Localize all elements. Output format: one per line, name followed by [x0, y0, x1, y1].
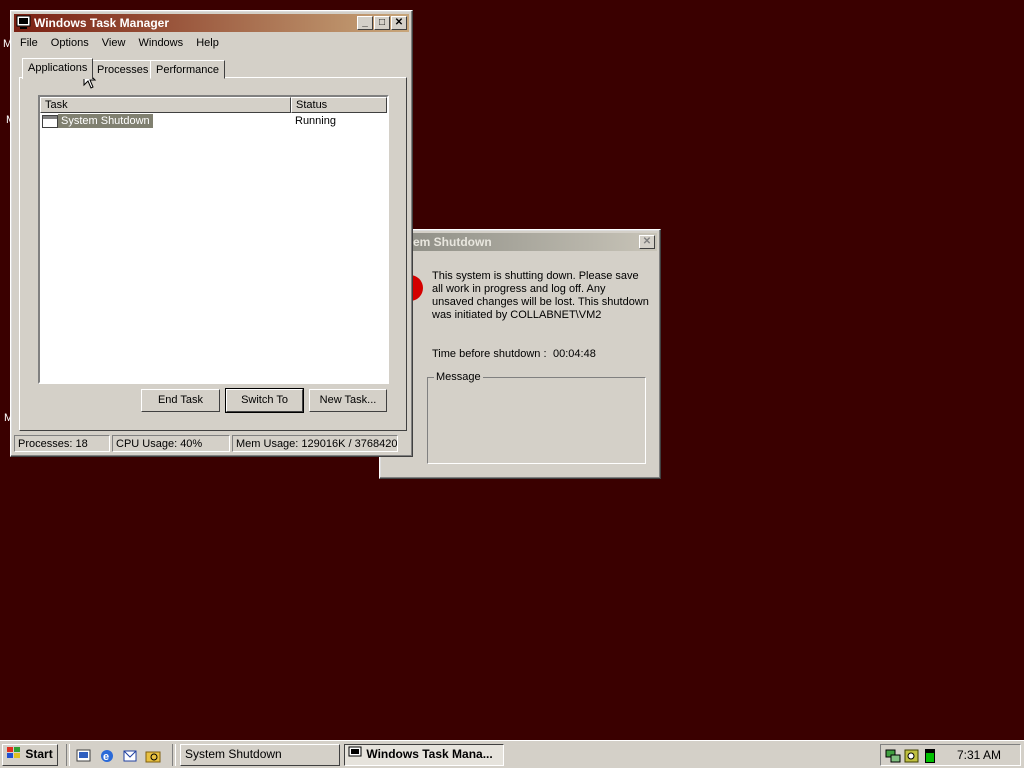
task-list[interactable]: Task Status System Shutdown Running [38, 95, 389, 384]
shutdown-message: This system is shutting down. Please sav… [432, 270, 649, 321]
menu-view[interactable]: View [97, 34, 131, 52]
window-title: Windows Task Manager [34, 16, 170, 30]
volume-icon[interactable] [904, 748, 920, 764]
start-button[interactable]: Start [2, 744, 58, 766]
outlook-icon[interactable] [122, 748, 138, 764]
close-icon[interactable]: ✕ [391, 16, 407, 30]
status-processes: Processes: 18 [14, 435, 110, 452]
tab-performance[interactable]: Performance [150, 60, 225, 79]
menu-bar: File Options View Windows Help [15, 34, 224, 52]
shutdown-dialog: em Shutdown ✕ x This system is shutting … [379, 229, 661, 479]
message-group-label: Message [434, 371, 483, 383]
message-groupbox: Message [427, 371, 646, 464]
explorer-icon[interactable] [145, 748, 161, 764]
task-manager-icon [16, 15, 31, 29]
close-icon[interactable]: ✕ [639, 235, 655, 249]
window-app-icon [42, 115, 58, 128]
system-tray: 7:31 AM [880, 744, 1021, 766]
svg-text:e: e [103, 751, 109, 763]
time-remaining: 00:04:48 [553, 348, 596, 360]
network-icon[interactable] [885, 748, 901, 764]
task-manager-icon [348, 746, 362, 757]
table-row[interactable]: System Shutdown Running [40, 114, 387, 130]
column-header-status[interactable]: Status [291, 97, 387, 113]
switch-to-button[interactable]: Switch To [225, 388, 304, 413]
menu-help[interactable]: Help [191, 34, 224, 52]
show-desktop-icon[interactable] [76, 748, 92, 764]
new-task-button[interactable]: New Task... [309, 389, 387, 412]
clock[interactable]: 7:31 AM [957, 748, 1001, 762]
tab-processes[interactable]: Processes [91, 60, 155, 79]
status-bar: Processes: 18 CPU Usage: 40% Mem Usage: … [14, 435, 409, 452]
tab-applications[interactable]: Applications [22, 58, 94, 79]
status-mem: Mem Usage: 129016K / 3768420K [232, 435, 398, 452]
cpu-meter-icon[interactable] [924, 748, 936, 764]
shutdown-dialog-titlebar[interactable]: em Shutdown ✕ [383, 233, 657, 251]
minimize-icon[interactable]: _ [357, 16, 373, 30]
end-task-button[interactable]: End Task [141, 389, 220, 412]
task-name: System Shutdown [58, 114, 153, 128]
taskbar-button-system-shutdown[interactable]: System Shutdown [180, 744, 340, 766]
maximize-icon[interactable]: □ [374, 16, 390, 30]
start-label: Start [25, 747, 53, 761]
windows-logo-icon [7, 747, 20, 758]
taskbar: Start e System Shutdown Windows Task Man… [0, 740, 1024, 768]
task-manager-window: Windows Task Manager _ □ ✕ File Options … [10, 10, 413, 457]
menu-options[interactable]: Options [46, 34, 94, 52]
task-status: Running [295, 115, 336, 127]
task-manager-titlebar[interactable]: Windows Task Manager _ □ ✕ [14, 14, 409, 32]
taskbar-button-task-manager[interactable]: Windows Task Mana... [344, 744, 504, 766]
menu-windows[interactable]: Windows [134, 34, 189, 52]
time-label: Time before shutdown : [432, 348, 547, 360]
shutdown-dialog-title: em Shutdown [413, 235, 492, 249]
status-cpu: CPU Usage: 40% [112, 435, 230, 452]
column-header-task[interactable]: Task [40, 97, 291, 113]
ie-icon[interactable]: e [99, 748, 115, 764]
taskbar-separator [172, 744, 176, 766]
taskbar-button-label: Windows Task Mana... [366, 747, 493, 761]
menu-file[interactable]: File [15, 34, 43, 52]
quicklaunch-separator [66, 744, 70, 766]
